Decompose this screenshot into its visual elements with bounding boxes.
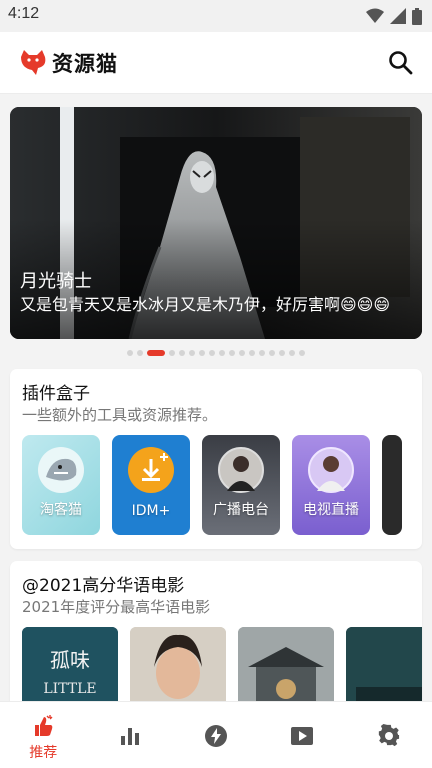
plugin-idm[interactable]: IDM+: [112, 435, 190, 535]
video-play-icon: [291, 727, 314, 745]
carousel-dot[interactable]: [189, 350, 195, 356]
plugin-partial[interactable]: [382, 435, 402, 535]
carousel-dot[interactable]: [169, 350, 175, 356]
battery-icon: [412, 7, 422, 25]
bottom-nav: 推荐: [0, 701, 432, 768]
carousel-dot[interactable]: [229, 350, 235, 356]
poster-title-text: 孤味: [50, 648, 90, 672]
nav-charts[interactable]: [86, 702, 172, 768]
poster-image: 孤味 LITTLE B: [22, 627, 118, 701]
carousel-dot[interactable]: [219, 350, 225, 356]
movie-poster[interactable]: [238, 627, 334, 701]
poster-image: [130, 627, 226, 701]
plugins-list: 淘客猫 IDM+ 广播电台 电视直播: [22, 435, 402, 535]
movies-card: @2021高分华语电影 2021年度评分最高华语电影 孤味 LITTLE B: [10, 561, 422, 701]
wifi-icon: [366, 8, 384, 23]
carousel-dot[interactable]: [209, 350, 215, 356]
shark-mascot-icon: [38, 447, 84, 493]
carousel-dot[interactable]: [137, 350, 143, 356]
plugin-label: 广播电台: [213, 502, 269, 518]
plugin-tv[interactable]: 电视直播: [292, 435, 370, 535]
poster-image: [238, 627, 334, 701]
plugin-label: 淘客猫: [40, 502, 82, 518]
movies-subtitle: 2021年度评分最高华语电影: [22, 598, 211, 616]
svg-text:LITTLE: LITTLE: [43, 681, 96, 697]
app-title: 资源猫: [52, 52, 118, 76]
movie-poster[interactable]: [346, 627, 422, 701]
carousel-dot[interactable]: [249, 350, 255, 356]
featured-banner[interactable]: 月光骑士 又是包青天又是水冰月又是木乃伊，好厉害啊😄😄😄: [10, 107, 422, 339]
movies-title: @2021高分华语电影: [22, 576, 185, 596]
plugin-radio[interactable]: 广播电台: [202, 435, 280, 535]
carousel-dot[interactable]: [259, 350, 265, 356]
bar-chart-icon: [120, 728, 139, 745]
carousel-dot[interactable]: [179, 350, 185, 356]
nav-settings[interactable]: [346, 702, 432, 768]
like-hand-icon: [35, 715, 53, 736]
plugins-card: 插件盒子 一些额外的工具或资源推荐。 淘客猫 IDM+ 广播电台 电视直播: [10, 369, 422, 549]
banner-description: 又是包青天又是水冰月又是木乃伊，好厉害啊😄😄😄: [20, 295, 391, 314]
carousel-indicator: [0, 349, 432, 357]
plugins-subtitle: 一些额外的工具或资源推荐。: [22, 406, 218, 424]
nav-label: 推荐: [29, 745, 58, 761]
gear-icon: [378, 724, 399, 747]
nav-video[interactable]: [259, 702, 345, 768]
content-scroll[interactable]: 月光骑士 又是包青天又是水冰月又是木乃伊，好厉害啊😄😄😄 插件盒子 一些额外的工…: [0, 95, 432, 701]
radio-avatar-icon: [218, 447, 264, 493]
plugin-taokemao[interactable]: 淘客猫: [22, 435, 100, 535]
plugin-label: IDM+: [131, 503, 171, 519]
carousel-dot[interactable]: [199, 350, 205, 356]
tv-avatar-icon: [308, 447, 354, 493]
poster-image: [346, 627, 422, 701]
banner-title: 月光骑士: [20, 271, 92, 292]
carousel-dot[interactable]: [289, 350, 295, 356]
status-time: 4:12: [8, 5, 40, 22]
nav-flash[interactable]: [173, 702, 259, 768]
plugin-label: 电视直播: [303, 502, 359, 518]
movie-poster[interactable]: [130, 627, 226, 701]
carousel-dot[interactable]: [279, 350, 285, 356]
status-icons: [366, 7, 422, 25]
cat-logo-icon: [21, 50, 46, 75]
carousel-dot[interactable]: [147, 350, 165, 356]
carousel-dot[interactable]: [299, 350, 305, 356]
search-icon[interactable]: [386, 48, 416, 78]
download-icon: [128, 447, 174, 493]
signal-icon: [390, 8, 406, 24]
plugins-title: 插件盒子: [22, 384, 90, 404]
movies-list: 孤味 LITTLE B: [22, 627, 422, 701]
lightning-icon: [205, 725, 228, 747]
app-bar: 资源猫: [0, 32, 432, 94]
carousel-dot[interactable]: [269, 350, 275, 356]
carousel-dot[interactable]: [127, 350, 133, 356]
carousel-dot[interactable]: [239, 350, 245, 356]
status-bar: 4:12: [0, 0, 432, 32]
nav-recommend[interactable]: 推荐: [0, 702, 86, 768]
movie-poster[interactable]: 孤味 LITTLE B: [22, 627, 118, 701]
